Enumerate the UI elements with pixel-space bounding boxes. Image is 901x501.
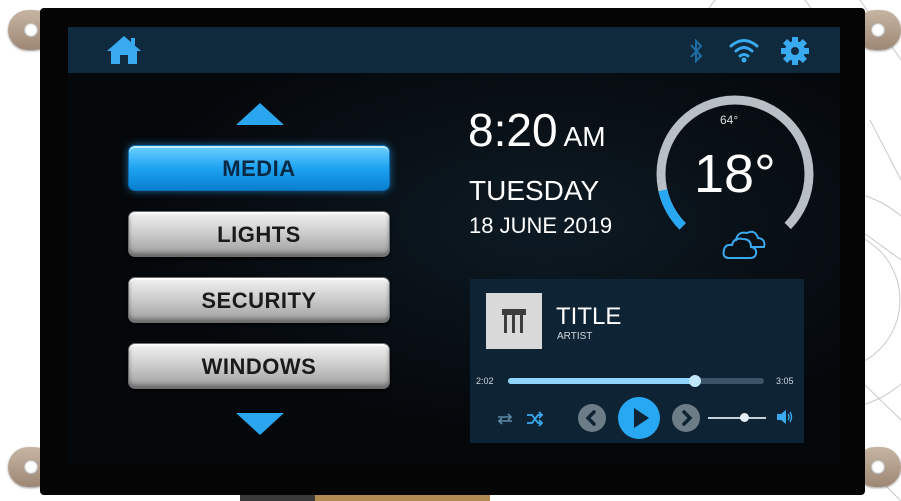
progress-bar[interactable] — [508, 375, 764, 387]
track-artist: ARTIST — [557, 331, 593, 342]
volume-slider[interactable] — [708, 417, 766, 419]
chevron-right-icon — [682, 410, 693, 426]
clock-time: 8:20 AM — [468, 103, 606, 157]
media-player: TITLE ARTIST 2:02 3:05 — [470, 279, 804, 443]
thermostat-temperature: 18° — [694, 144, 776, 204]
home-icon[interactable] — [106, 35, 142, 65]
total-time: 3:05 — [776, 376, 794, 386]
top-bar — [68, 27, 840, 73]
cloud-icon — [722, 230, 766, 259]
next-button[interactable] — [672, 404, 700, 432]
elapsed-time: 2:02 — [476, 376, 494, 386]
clock-day: TUESDAY — [469, 175, 600, 206]
thermostat-setpoint: 64° — [720, 113, 739, 127]
bluetooth-icon[interactable] — [688, 39, 704, 63]
previous-button[interactable] — [578, 404, 606, 432]
progress-handle[interactable] — [688, 375, 701, 387]
menu-button-media[interactable]: MEDIA — [128, 145, 390, 191]
repeat-icon[interactable] — [496, 413, 514, 425]
speaker-icon[interactable] — [776, 409, 794, 425]
menu-button-security[interactable]: SECURITY — [128, 277, 390, 323]
play-icon — [634, 408, 649, 428]
menu-button-lights[interactable]: LIGHTS — [128, 211, 390, 257]
scroll-down-arrow-icon[interactable] — [236, 413, 284, 435]
volume-handle[interactable] — [739, 413, 749, 422]
play-button[interactable] — [618, 397, 660, 439]
clock-date: 18 JUNE 2019 — [469, 213, 613, 238]
track-title: TITLE — [556, 303, 622, 330]
display-screen: MEDIA LIGHTS SECURITY WINDOWS 8:20 AM TUE… — [68, 27, 840, 464]
time-ampm: AM — [563, 121, 606, 152]
album-art — [486, 293, 542, 349]
chevron-left-icon — [585, 410, 596, 426]
thermostat-dial[interactable]: 64° 18° — [652, 91, 818, 259]
menu-button-windows[interactable]: WINDOWS — [128, 343, 390, 389]
album-logo-icon — [502, 309, 526, 333]
time-value: 8:20 — [468, 104, 558, 156]
progress-fill — [508, 378, 695, 384]
shuffle-icon[interactable] — [526, 411, 544, 427]
gear-icon[interactable] — [780, 36, 810, 66]
scroll-up-arrow-icon[interactable] — [236, 103, 284, 125]
wifi-icon[interactable] — [728, 37, 760, 63]
